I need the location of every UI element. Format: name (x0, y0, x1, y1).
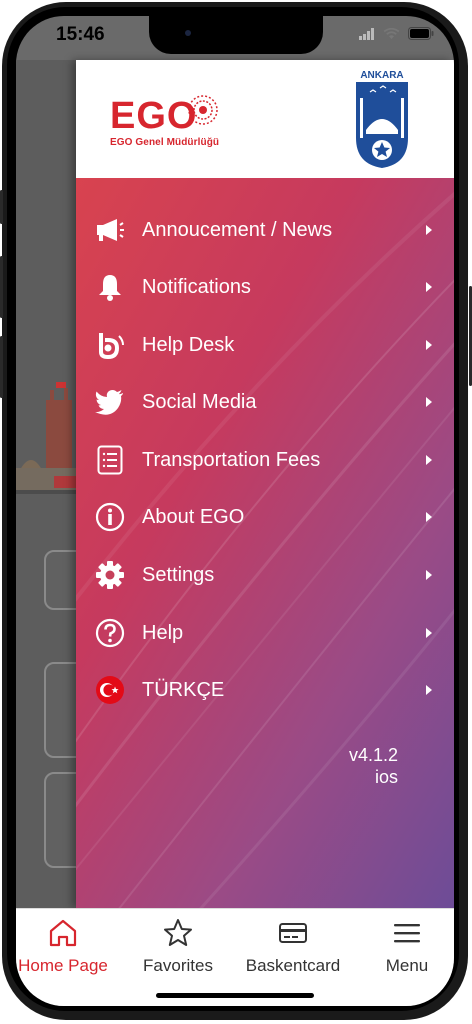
tab-home-page[interactable]: Home Page (16, 917, 113, 976)
tab-label: Favorites (143, 956, 213, 975)
menu-item-label: Notifications (142, 275, 251, 298)
status-time: 15:46 (56, 24, 105, 45)
status-bar: 15:46 (16, 16, 454, 60)
chevron-right-icon (426, 685, 432, 695)
list-document-icon (94, 444, 126, 476)
home-indicator (156, 993, 314, 998)
drawer-header: EGO EGO Genel Müdürlüğü ANKARA (76, 60, 454, 178)
menu-item-label: Settings (142, 563, 215, 586)
menu-item-help-desk[interactable]: Help Desk (76, 320, 454, 370)
wifi-icon (383, 27, 400, 39)
chevron-right-icon (426, 225, 432, 235)
menu-item-label: About EGO (142, 505, 245, 528)
helpdesk-icon (94, 329, 126, 361)
gear-icon (94, 559, 126, 591)
menu-item-help[interactable]: Help (76, 608, 454, 658)
svg-text:ANKARA: ANKARA (360, 70, 403, 81)
menu-item-label: TÜRKÇE (142, 678, 225, 701)
chevron-right-icon (426, 282, 432, 292)
menu-item-about-ego[interactable]: About EGO (76, 492, 454, 542)
tab-menu[interactable]: Menu (357, 917, 454, 976)
menu-item-settings[interactable]: Settings (76, 550, 454, 600)
question-icon (94, 617, 126, 649)
chevron-right-icon (426, 397, 432, 407)
chevron-right-icon (426, 570, 432, 580)
battery-icon (408, 27, 434, 40)
silent-switch (0, 190, 3, 224)
menu-item-label: Transportation Fees (142, 448, 321, 471)
platform-label: ios (374, 767, 398, 787)
tab-favorites[interactable]: Favorites (128, 917, 228, 976)
tab-label: Menu (385, 956, 429, 975)
side-drawer: EGO EGO Genel Müdürlüğü ANKARA Annouceme… (76, 60, 454, 908)
volume-up-button (0, 256, 3, 318)
version-number: v4.1.2 (348, 745, 398, 765)
hamburger-icon (394, 924, 420, 943)
menu-item-label: Help (142, 621, 184, 644)
city-banner-image (16, 380, 76, 510)
drawer-menu: Annoucement / News Notifications Help De… (76, 178, 454, 908)
menu-item-language-turkce[interactable]: TÜRKÇE (76, 665, 454, 715)
notch (149, 16, 323, 54)
menu-item-label: Annoucement / News (142, 218, 333, 241)
bell-icon (94, 271, 126, 303)
menu-item-label: Social Media (142, 390, 257, 413)
menu-item-social-media[interactable]: Social Media (76, 377, 454, 427)
status-icons (359, 27, 434, 40)
star-icon (164, 919, 192, 946)
volume-down-button (0, 336, 3, 398)
turkey-flag-icon (94, 674, 126, 706)
menu-item-notifications[interactable]: Notifications (76, 262, 454, 312)
card-icon (279, 923, 307, 943)
chevron-right-icon (426, 340, 432, 350)
home-icon (49, 919, 77, 947)
phone-device: 15:46 EGO EGO Genel Müdürlüğü ANKARA Ann… (0, 0, 472, 1024)
menu-item-transportation-fees[interactable]: Transportation Fees (76, 435, 454, 485)
cellular-signal-icon (359, 27, 374, 40)
menu-item-label: Help Desk (142, 333, 235, 356)
info-icon (94, 501, 126, 533)
chevron-right-icon (426, 628, 432, 638)
chevron-right-icon (426, 455, 432, 465)
tab-label: Home Page (18, 956, 108, 975)
tab-label: Baskentcard (245, 956, 341, 975)
app-version-info: v4.1.2 ios (349, 744, 398, 788)
megaphone-icon (94, 214, 126, 246)
bottom-tab-bar: Home Page Favorites Baskentcard Menu (16, 908, 454, 1006)
twitter-icon (94, 386, 126, 418)
menu-item-announcement-news[interactable]: Annoucement / News (76, 205, 454, 255)
camera-icon (185, 30, 191, 36)
screen: 15:46 EGO EGO Genel Müdürlüğü ANKARA Ann… (16, 16, 454, 1006)
tab-baskentcard[interactable]: Baskentcard (243, 917, 343, 976)
chevron-right-icon (426, 512, 432, 522)
svg-text:EGO: EGO (110, 95, 197, 137)
ankara-emblem-logo: ANKARA (356, 70, 408, 168)
ego-subtitle: EGO Genel Müdürlüğü (110, 137, 220, 148)
